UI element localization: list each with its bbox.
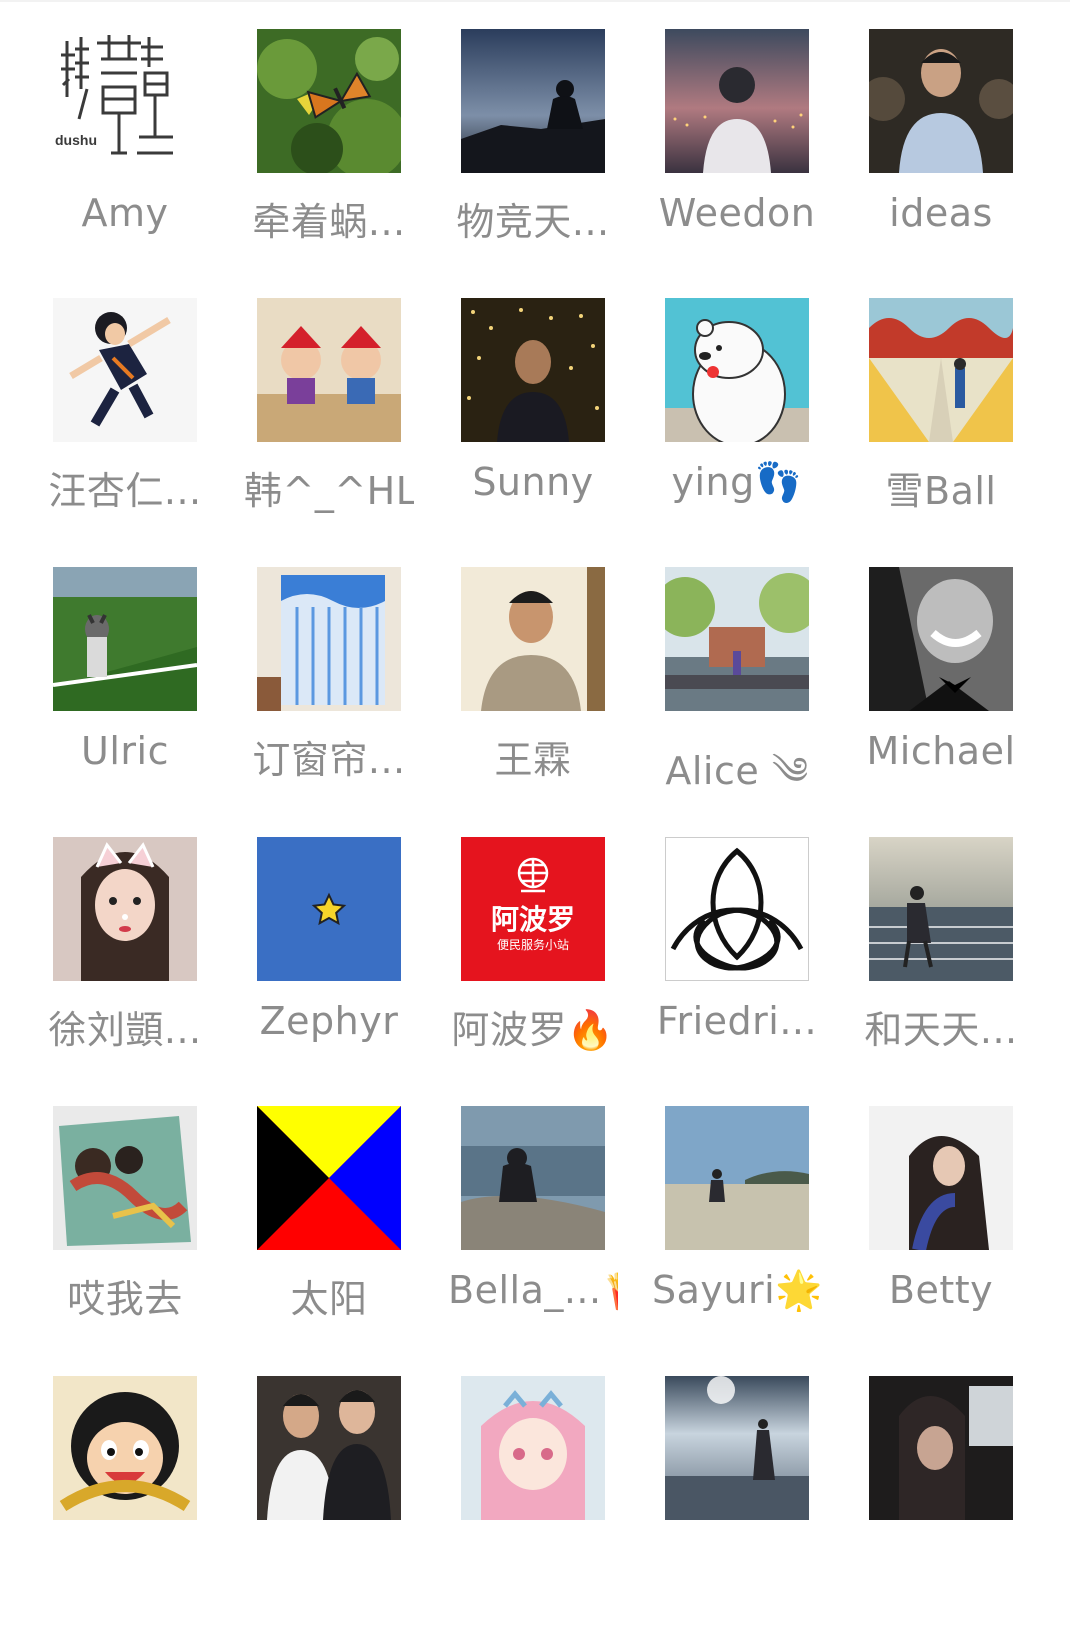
member-item[interactable]: 韩^_^HL: [244, 298, 414, 558]
member-name: Ulric: [81, 729, 169, 773]
avatar: [53, 1376, 197, 1520]
avatar: [869, 567, 1013, 711]
member-name: 哎我去: [67, 1277, 183, 1321]
member-name: Sunny: [472, 460, 594, 504]
svg-text:便民服务小站: 便民服务小站: [497, 937, 569, 952]
member-name: 牵着蜗...: [252, 200, 406, 244]
member-item[interactable]: Friedri...: [652, 837, 822, 1097]
avatar: [257, 567, 401, 711]
member-item[interactable]: Betty: [856, 1106, 1026, 1366]
member-item[interactable]: 订窗帘...: [244, 567, 414, 827]
avatar: [461, 29, 605, 173]
avatar: [665, 567, 809, 711]
member-item[interactable]: ideas: [856, 29, 1026, 289]
avatar: [257, 837, 401, 981]
avatar: [665, 837, 809, 981]
avatar: [257, 298, 401, 442]
member-name: Zephyr: [259, 999, 399, 1043]
avatar: [869, 29, 1013, 173]
member-item[interactable]: [40, 1376, 210, 1636]
member-name: 王霖: [494, 738, 572, 782]
avatar: [461, 1106, 605, 1250]
avatar: [665, 1376, 809, 1520]
member-item[interactable]: Weedon: [652, 29, 822, 289]
avatar: [53, 1106, 197, 1250]
avatar: [257, 1106, 401, 1250]
member-item[interactable]: 牵着蜗...: [244, 29, 414, 289]
member-item[interactable]: 阿波罗 便民服务小站 阿波罗🔥: [448, 837, 618, 1097]
avatar: [257, 1376, 401, 1520]
member-name: ideas: [889, 191, 993, 235]
svg-text:dushu: dushu: [55, 132, 97, 148]
member-item[interactable]: 哎我去: [40, 1106, 210, 1366]
member-item[interactable]: Michael: [856, 567, 1026, 827]
member-name: 订窗帘...: [252, 738, 406, 782]
avatar: 阿波罗 便民服务小站: [461, 837, 605, 981]
member-item[interactable]: 太阳: [244, 1106, 414, 1366]
avatar: [461, 567, 605, 711]
member-item[interactable]: 王霖: [448, 567, 618, 827]
avatar: dushu: [53, 29, 197, 173]
avatar: [665, 298, 809, 442]
avatar: [869, 837, 1013, 981]
member-item[interactable]: 雪Ball: [856, 298, 1026, 558]
member-item[interactable]: 和天天...: [856, 837, 1026, 1097]
avatar: [665, 29, 809, 173]
member-item[interactable]: 物竞天...: [448, 29, 618, 289]
svg-text:阿波罗: 阿波罗: [491, 903, 575, 936]
member-item[interactable]: [652, 1376, 822, 1636]
member-name: Sayuri🌟: [652, 1268, 822, 1312]
avatar: [461, 1376, 605, 1520]
member-item[interactable]: 汪杏仁...: [40, 298, 210, 558]
member-name: 徐刘顗...: [48, 1008, 202, 1052]
member-name: Alice ༄: [665, 749, 809, 793]
member-item[interactable]: Zephyr: [244, 837, 414, 1097]
member-name: Bella_...🍟: [448, 1268, 618, 1312]
avatar: [257, 29, 401, 173]
avatar: [53, 298, 197, 442]
avatar: [461, 298, 605, 442]
member-name: Friedri...: [656, 999, 818, 1043]
member-grid: dushu Amy 牵着蜗... 物竞天... Weedon ideas 汪杏仁…: [0, 0, 1070, 1520]
member-name: 太阳: [290, 1277, 368, 1321]
member-name: 雪Ball: [885, 469, 997, 513]
member-item[interactable]: Sunny: [448, 298, 618, 558]
member-name: Betty: [888, 1268, 994, 1312]
member-item[interactable]: [856, 1376, 1026, 1636]
member-item[interactable]: Sayuri🌟: [652, 1106, 822, 1366]
member-name: Michael: [866, 729, 1016, 773]
member-name: 阿波罗🔥: [451, 1008, 615, 1052]
avatar: [665, 1106, 809, 1250]
member-item[interactable]: [448, 1376, 618, 1636]
member-item[interactable]: Alice ༄: [652, 567, 822, 827]
member-item[interactable]: Ulric: [40, 567, 210, 827]
member-item[interactable]: dushu Amy: [40, 29, 210, 289]
member-name: 物竞天...: [456, 200, 610, 244]
member-name: 和天天...: [864, 1008, 1018, 1052]
member-name: Weedon: [658, 191, 816, 235]
member-name: 汪杏仁...: [48, 469, 202, 513]
member-item[interactable]: Bella_...🍟: [448, 1106, 618, 1366]
avatar: [869, 298, 1013, 442]
member-name: 韩^_^HL: [244, 469, 414, 513]
avatar: [53, 837, 197, 981]
member-item[interactable]: 徐刘顗...: [40, 837, 210, 1097]
avatar: [869, 1106, 1013, 1250]
member-item[interactable]: [244, 1376, 414, 1636]
member-item[interactable]: ying👣: [652, 298, 822, 558]
avatar: [869, 1376, 1013, 1520]
avatar: [53, 567, 197, 711]
member-name: Amy: [81, 191, 169, 235]
member-name: ying👣: [671, 460, 803, 504]
